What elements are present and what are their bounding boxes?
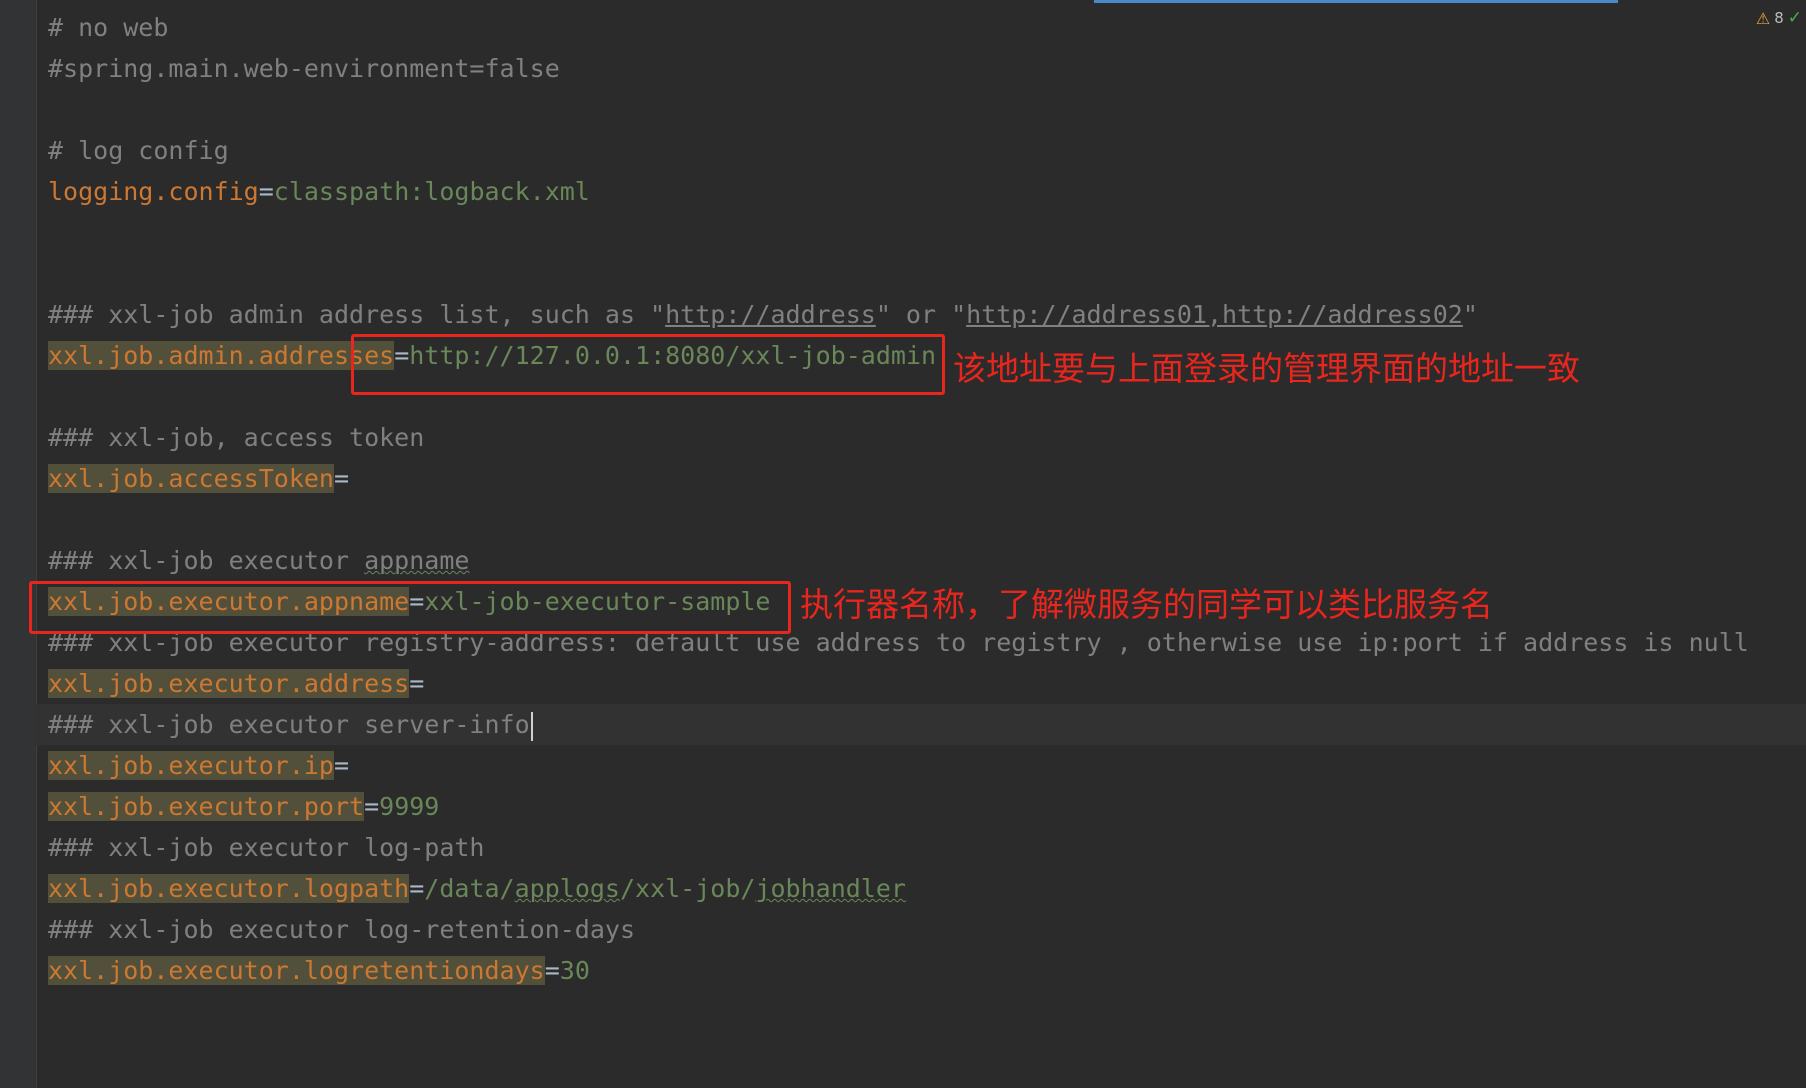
editor-gutter[interactable] [0,0,37,1088]
property-value: /xxl-job/ [619,874,756,903]
equals-sign: = [364,792,380,821]
checkmark-icon: ✓ [1787,8,1802,28]
comment-text: " [1462,300,1478,329]
comment-text: # log config [48,136,229,165]
code-line[interactable]: ### xxl-job executor log-path [48,827,485,868]
property-key: xxl.job.admin.addresses [48,341,395,370]
property-key: xxl.job.executor.port [48,792,365,821]
code-line[interactable]: xxl.job.executor.port=9999 [48,786,439,827]
property-value: 30 [559,956,590,985]
equals-sign: = [333,464,350,493]
comment-link[interactable]: http://address [665,300,876,329]
property-value: /data/ [424,874,515,903]
property-key: xxl.job.executor.logretentiondays [48,956,545,985]
warning-count: 8 [1774,9,1784,27]
comment-text: # no web [48,13,169,42]
code-line[interactable]: xxl.job.executor.logretentiondays=30 [48,950,590,991]
equals-sign: = [409,874,425,903]
equals-sign: = [544,956,560,985]
comment-word: appname [364,546,470,575]
property-key: xxl.job.executor.address [48,669,410,698]
property-value: jobhandler [755,874,906,903]
code-line[interactable]: xxl.job.accessToken= [48,458,349,499]
comment-text: ### xxl-job admin address list, such as … [48,300,666,329]
code-line[interactable]: # no web [48,7,168,48]
comment-text: ### xxl-job, access token [48,423,425,452]
code-line[interactable]: #spring.main.web-environment=false [48,48,560,89]
code-line[interactable]: xxl.job.executor.ip= [48,745,349,786]
property-value: 9999 [379,792,440,821]
property-key: xxl.job.executor.ip [48,751,334,780]
comment-text: #spring.main.web-environment=false [48,54,560,83]
appname-annotation: 执行器名称，了解微服务的同学可以类比服务名 [800,585,1493,624]
property-key: xxl.job.accessToken [48,464,334,493]
text-caret [530,711,533,741]
admin-address-annotation: 该地址要与上面登录的管理界面的地址一致 [953,349,1580,388]
equals-sign: = [258,177,274,206]
property-value: applogs [514,874,620,903]
comment-text: ### xxl-job executor server-info [48,710,530,739]
property-value: classpath:logback.xml [273,177,590,206]
code-line[interactable]: xxl.job.executor.address= [48,663,424,704]
property-key: logging.config [48,177,259,206]
code-line[interactable]: ### xxl-job executor log-retention-days [48,909,635,950]
code-line-current[interactable]: ### xxl-job executor server-info [36,704,1806,745]
comment-text: ### xxl-job executor log-path [48,833,485,862]
code-line[interactable]: ### xxl-job executor appname [48,540,469,581]
code-line[interactable]: logging.config=classpath:logback.xml [48,171,590,212]
code-line[interactable]: xxl.job.executor.logpath=/data/applogs/x… [48,868,906,909]
tab-indicator [1094,0,1618,3]
property-key: xxl.job.executor.logpath [48,874,410,903]
comment-link[interactable]: http://address01,http://address02 [966,300,1463,329]
admin-address-highlight-box [351,334,945,395]
equals-sign: = [333,751,350,780]
code-line[interactable]: ### xxl-job, access token [48,417,424,458]
appname-highlight-box [29,581,791,634]
comment-text: " or " [875,300,967,329]
comment-text: ### xxl-job executor [48,546,365,575]
equals-sign: = [409,669,425,698]
code-editor[interactable]: ⚠ 8 ✓ # no web #spring.main.web-environm… [0,0,1806,1088]
inspection-widget[interactable]: ⚠ 8 ✓ [1756,8,1802,28]
code-line[interactable]: # log config [48,130,229,171]
warning-icon: ⚠ [1755,8,1771,28]
code-line[interactable]: ### xxl-job admin address list, such as … [48,294,1478,335]
comment-text: ### xxl-job executor log-retention-days [48,915,635,944]
